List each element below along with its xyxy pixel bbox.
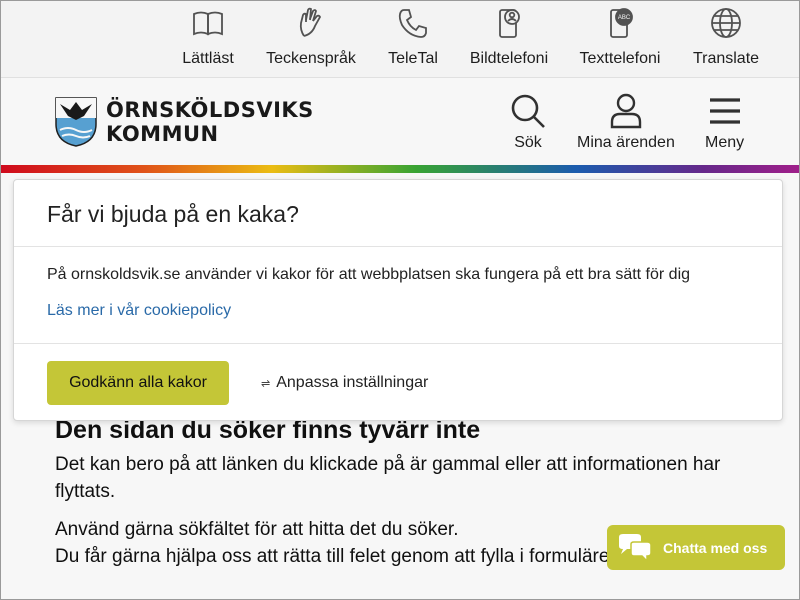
customize-settings-button[interactable]: ⇌ Anpassa inställningar bbox=[261, 374, 428, 392]
cookie-policy-link[interactable]: Läs mer i vår cookiepolicy bbox=[47, 302, 231, 320]
cookie-consent-dialog: Får vi bjuda på en kaka? På ornskoldsvik… bbox=[13, 179, 783, 421]
divider bbox=[14, 343, 782, 344]
divider bbox=[14, 246, 782, 247]
cookie-dialog-title: Får vi bjuda på en kaka? bbox=[47, 201, 299, 227]
sliders-icon: ⇌ bbox=[261, 377, 271, 390]
chat-button[interactable]: Chatta med oss bbox=[607, 525, 785, 570]
customize-settings-label: Anpassa inställningar bbox=[276, 374, 429, 391]
accept-all-cookies-button[interactable]: Godkänn alla kakor bbox=[47, 361, 229, 405]
cookie-dialog-text: På ornskoldsvik.se använder vi kakor för… bbox=[47, 266, 691, 283]
chat-bubbles-icon bbox=[619, 533, 652, 563]
chat-label: Chatta med oss bbox=[663, 539, 768, 556]
